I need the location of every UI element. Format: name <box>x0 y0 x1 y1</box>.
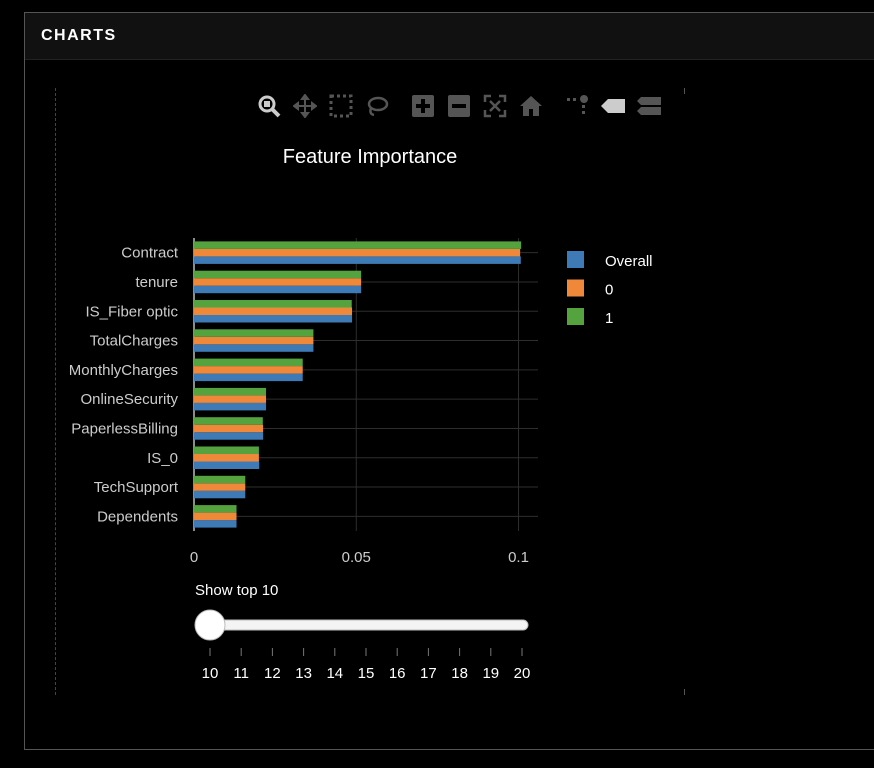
y-tick-label: PaperlessBilling <box>71 420 178 437</box>
legend-swatch-0[interactable] <box>567 279 584 297</box>
bar-overall[interactable] <box>194 256 521 264</box>
slider-tick-label[interactable]: 11 <box>233 665 249 682</box>
bar-overall[interactable] <box>194 490 246 499</box>
bar-overall[interactable] <box>194 285 362 294</box>
bar-overall[interactable] <box>194 402 267 411</box>
y-tick-label: TotalCharges <box>90 333 178 350</box>
slider-tick-label[interactable]: 20 <box>514 665 531 682</box>
slider-tick-label[interactable]: 18 <box>451 665 468 682</box>
bar-overall[interactable] <box>194 373 303 382</box>
bar-0[interactable] <box>194 336 314 345</box>
bar-overall[interactable] <box>194 520 237 528</box>
bar-1[interactable] <box>194 241 522 249</box>
bar-1[interactable] <box>194 358 303 367</box>
slider-tick-label[interactable]: 16 <box>389 665 406 682</box>
y-tick-label: OnlineSecurity <box>80 391 178 408</box>
bar-0[interactable] <box>194 454 259 462</box>
x-tick-label: 0.05 <box>342 549 371 566</box>
legend-swatch-1[interactable] <box>567 308 584 325</box>
bar-0[interactable] <box>194 424 264 433</box>
slider-tick-label[interactable]: 19 <box>482 665 499 682</box>
slider-rail[interactable] <box>197 619 529 631</box>
y-tick-label: Dependents <box>97 508 178 525</box>
slider-tick-label[interactable]: 15 <box>358 665 375 682</box>
slider-tick-label[interactable]: 10 <box>202 665 219 682</box>
slider-tick-label[interactable]: 13 <box>295 665 312 682</box>
y-tick-label: IS_0 <box>147 450 178 467</box>
y-tick-label: MonthlyCharges <box>69 362 178 379</box>
bar-0[interactable] <box>194 395 267 403</box>
bar-1[interactable] <box>194 329 314 337</box>
x-tick-label: 0.1 <box>508 549 529 566</box>
bar-1[interactable] <box>194 417 263 425</box>
legend-label-0[interactable]: 0 <box>605 282 613 299</box>
bar-0[interactable] <box>194 278 362 286</box>
bar-overall[interactable] <box>194 344 314 352</box>
legend-label-overall[interactable]: Overall <box>605 253 653 270</box>
x-tick-label: 0 <box>190 549 198 566</box>
y-tick-label: IS_Fiber optic <box>85 303 178 320</box>
bar-overall[interactable] <box>194 461 260 470</box>
slider-handle[interactable] <box>194 609 226 641</box>
legend-swatch-overall[interactable] <box>567 251 584 268</box>
bar-0[interactable] <box>194 248 521 257</box>
bar-overall[interactable] <box>194 432 264 440</box>
slider-tick-label[interactable]: 12 <box>264 665 281 682</box>
bar-overall[interactable] <box>194 315 353 323</box>
bar-0[interactable] <box>194 366 303 374</box>
bar-1[interactable] <box>194 270 362 279</box>
bar-1[interactable] <box>194 300 352 308</box>
bar-1[interactable] <box>194 505 237 513</box>
bar-1[interactable] <box>194 387 267 396</box>
chart-title: Feature Importance <box>283 146 458 168</box>
legend-label-1[interactable]: 1 <box>605 310 613 327</box>
bar-0[interactable] <box>194 483 246 491</box>
bar-1[interactable] <box>194 475 246 484</box>
slider-tick-label[interactable]: 14 <box>326 665 343 682</box>
y-tick-label: TechSupport <box>94 479 179 496</box>
bar-0[interactable] <box>194 512 237 521</box>
y-tick-label: Contract <box>121 245 179 262</box>
bar-0[interactable] <box>194 307 353 316</box>
y-tick-label: tenure <box>135 274 178 291</box>
bar-1[interactable] <box>194 446 259 455</box>
slider-tick-label[interactable]: 17 <box>420 665 437 682</box>
feature-importance-chart: Feature Importance Contract tenure IS_Fibe… <box>69 146 653 682</box>
slider-label: Show top 10 <box>195 582 278 599</box>
